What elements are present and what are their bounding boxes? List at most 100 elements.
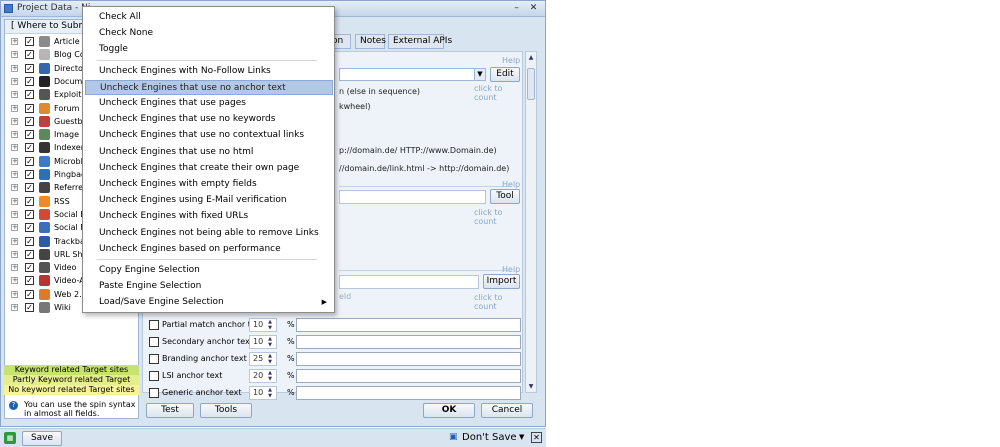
tool-button[interactable]: Tool: [490, 189, 520, 204]
engine-checkbox[interactable]: ✓: [25, 249, 34, 259]
expand-icon[interactable]: +: [11, 131, 18, 139]
expand-icon[interactable]: +: [11, 197, 18, 205]
engine-checkbox[interactable]: ✓: [25, 90, 34, 100]
expand-icon[interactable]: +: [11, 64, 18, 72]
text-field[interactable]: [339, 275, 479, 289]
vertical-scrollbar[interactable]: ▲ ▼: [525, 51, 537, 393]
menu-item[interactable]: Uncheck Engines based on performance: [85, 242, 333, 257]
expand-icon[interactable]: +: [11, 171, 18, 178]
spin-arrows-icon[interactable]: ▲ ▼: [265, 353, 275, 365]
tab-notes[interactable]: Notes: [355, 34, 386, 49]
spin-arrows-icon[interactable]: ▲ ▼: [265, 336, 275, 348]
expand-icon[interactable]: +: [11, 157, 18, 165]
minimize-icon[interactable]: –: [511, 3, 522, 14]
expand-icon[interactable]: +: [11, 250, 18, 258]
engine-checkbox[interactable]: ✓: [25, 170, 34, 179]
engine-checkbox[interactable]: ✓: [25, 289, 34, 299]
engine-checkbox[interactable]: ✓: [25, 196, 34, 206]
menu-item[interactable]: Uncheck Engines with empty fields: [85, 177, 333, 192]
expand-icon[interactable]: +: [11, 277, 18, 285]
spin-arrows-icon[interactable]: ▲ ▼: [265, 387, 275, 399]
expand-icon[interactable]: +: [11, 51, 18, 59]
scroll-up-icon[interactable]: ▲: [526, 53, 536, 63]
engine-checkbox[interactable]: ✓: [25, 103, 34, 113]
expand-icon[interactable]: +: [11, 290, 18, 298]
tools-button[interactable]: Tools: [200, 403, 252, 418]
click-to-count-link[interactable]: click to count: [474, 293, 522, 311]
import-button[interactable]: Import: [483, 274, 520, 289]
engine-checkbox[interactable]: ✓: [25, 63, 34, 73]
ok-button[interactable]: OK: [423, 403, 475, 418]
chevron-down-icon[interactable]: ▼: [519, 433, 524, 441]
chevron-down-icon[interactable]: ▼: [474, 69, 485, 80]
engine-checkbox[interactable]: ✓: [25, 183, 34, 193]
help-link[interactable]: Help: [502, 265, 520, 274]
anchor-checkbox[interactable]: [149, 354, 159, 364]
engine-checkbox[interactable]: ✓: [25, 116, 34, 126]
anchor-checkbox[interactable]: [149, 337, 159, 347]
menu-item[interactable]: Uncheck Engines that create their own pa…: [85, 161, 333, 176]
close-window-icon[interactable]: ✕: [528, 3, 539, 14]
engine-checkbox[interactable]: ✓: [25, 263, 34, 273]
tab-external-apis[interactable]: External APIs: [388, 34, 452, 49]
test-button[interactable]: Test: [146, 403, 194, 418]
click-to-count-link[interactable]: click to count: [474, 208, 522, 226]
menu-item[interactable]: Uncheck Engines using E-Mail verificatio…: [85, 193, 333, 208]
menu-item[interactable]: Uncheck Engines that use no html: [85, 145, 333, 160]
expand-icon[interactable]: +: [11, 117, 18, 125]
click-to-count-link[interactable]: click to count: [474, 84, 522, 102]
expand-icon[interactable]: +: [11, 144, 18, 152]
anchor-text-input[interactable]: [296, 369, 521, 383]
menu-item[interactable]: Uncheck Engines with No-Follow Links: [85, 64, 333, 79]
engine-checkbox[interactable]: ✓: [25, 236, 34, 246]
spin-arrows-icon[interactable]: ▲ ▼: [265, 370, 275, 382]
menu-item[interactable]: Check None: [85, 26, 333, 41]
help-link[interactable]: Help: [502, 180, 520, 189]
text-field[interactable]: [339, 190, 486, 204]
cancel-button[interactable]: Cancel: [481, 403, 533, 418]
scroll-down-icon[interactable]: ▼: [526, 382, 536, 392]
anchor-text-input[interactable]: [296, 335, 521, 349]
anchor-text-input[interactable]: [296, 352, 521, 366]
expand-icon[interactable]: +: [11, 91, 18, 99]
help-link[interactable]: Help: [502, 56, 520, 65]
engine-checkbox[interactable]: ✓: [25, 130, 34, 140]
expand-icon[interactable]: +: [11, 104, 18, 112]
expand-icon[interactable]: +: [11, 304, 18, 311]
expand-icon[interactable]: +: [11, 77, 18, 85]
expand-icon[interactable]: +: [11, 264, 18, 272]
anchor-checkbox[interactable]: [149, 320, 159, 330]
menu-item[interactable]: Paste Engine Selection: [85, 279, 333, 294]
spin-arrows-icon[interactable]: ▲ ▼: [265, 319, 275, 331]
close-box-icon[interactable]: ✕: [531, 432, 542, 443]
menu-item[interactable]: Check All: [85, 10, 333, 25]
expand-icon[interactable]: +: [11, 38, 18, 45]
anchor-text-input[interactable]: [296, 386, 521, 400]
expand-icon[interactable]: +: [11, 210, 18, 218]
anchor-checkbox[interactable]: [149, 371, 159, 381]
engine-checkbox[interactable]: ✓: [25, 76, 34, 86]
engine-checkbox[interactable]: ✓: [25, 143, 34, 153]
anchor-checkbox[interactable]: [149, 388, 159, 398]
anchor-text-input[interactable]: [296, 318, 521, 332]
engine-select[interactable]: ▼: [339, 68, 486, 81]
menu-item[interactable]: Uncheck Engines not being able to remove…: [85, 226, 333, 241]
scroll-thumb[interactable]: [527, 68, 535, 100]
expand-icon[interactable]: +: [11, 184, 18, 192]
expand-icon[interactable]: +: [11, 237, 18, 245]
engine-checkbox[interactable]: ✓: [25, 50, 34, 60]
engine-checkbox[interactable]: ✓: [25, 156, 34, 166]
dont-save-button[interactable]: Don't Save: [462, 432, 517, 444]
menu-item[interactable]: Uncheck Engines that use pages: [85, 96, 333, 111]
engine-checkbox[interactable]: ✓: [25, 37, 34, 46]
engine-checkbox[interactable]: ✓: [25, 223, 34, 233]
menu-item[interactable]: Uncheck Engines that use no anchor text: [85, 79, 333, 95]
menu-item[interactable]: Load/Save Engine Selection ▶: [85, 295, 333, 310]
engine-checkbox[interactable]: ✓: [25, 276, 34, 286]
menu-item[interactable]: Uncheck Engines with fixed URLs: [85, 209, 333, 224]
engine-checkbox[interactable]: ✓: [25, 209, 34, 219]
save-button[interactable]: Save: [22, 431, 62, 446]
menu-item[interactable]: Uncheck Engines that use no contextual l…: [85, 128, 333, 143]
expand-icon[interactable]: +: [11, 224, 18, 232]
menu-item[interactable]: Uncheck Engines that use no keywords: [85, 112, 333, 127]
